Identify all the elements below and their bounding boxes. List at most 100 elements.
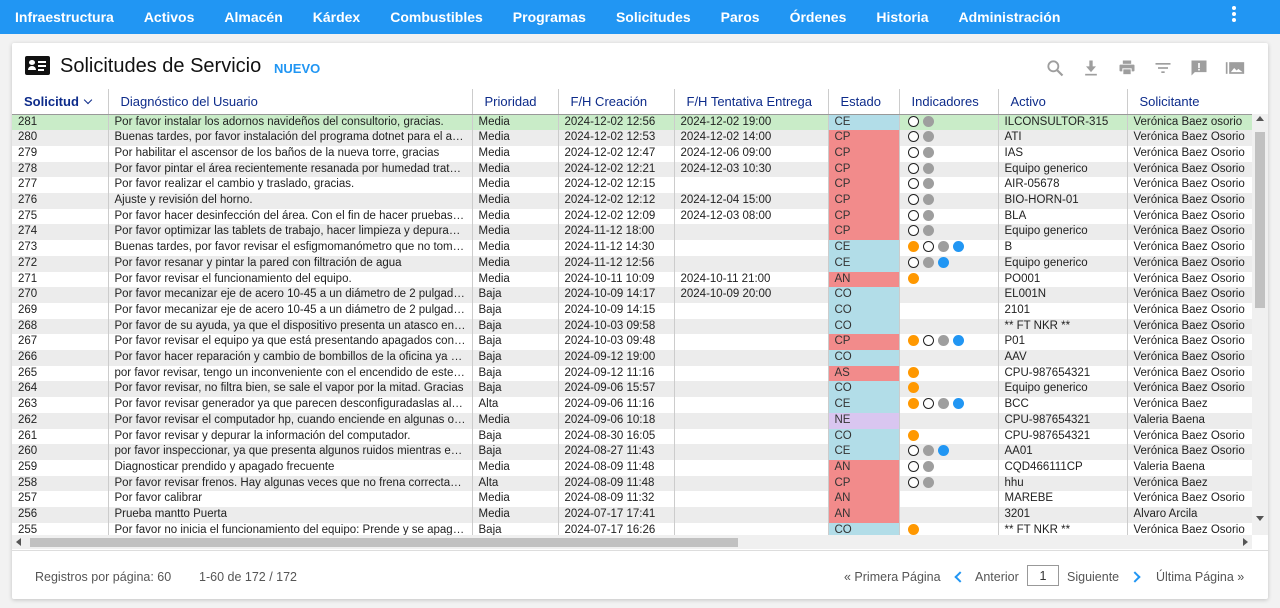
table-row[interactable]: 257 Por favor calibrar Media 2024-08-09 11:… xyxy=(12,491,1252,508)
table-row[interactable]: 277 Por favor realizar el cambio y trasla… xyxy=(12,177,1252,194)
table-row[interactable]: 275 Por favor hacer desinfección del área… xyxy=(12,208,1252,225)
cell-activo: CQD466111CP xyxy=(998,459,1128,476)
table-row[interactable]: 278 Por favor pintar el área recientement… xyxy=(12,161,1252,178)
nav-item-1[interactable]: Activos xyxy=(129,0,210,34)
nav-item-3[interactable]: Kárdex xyxy=(298,0,375,34)
horizontal-scroll-thumb[interactable] xyxy=(30,538,738,547)
next-page-link[interactable]: Siguiente xyxy=(1067,570,1119,584)
table-row[interactable]: 269 Por favor mecanizar eje de acero 10-4… xyxy=(12,302,1252,319)
indicators-cell xyxy=(899,114,999,131)
nav-item-0[interactable]: Infraestructura xyxy=(0,0,129,34)
search-icon[interactable] xyxy=(1045,58,1065,78)
scroll-right-arrow[interactable] xyxy=(1243,538,1248,546)
nav-item-10[interactable]: Administración xyxy=(944,0,1076,34)
gray-dot-icon xyxy=(937,398,949,410)
cell-created: 2024-12-02 12:21 xyxy=(558,161,675,178)
table-row[interactable]: 281 Por favor instalar los adornos navide… xyxy=(12,114,1252,131)
gray-dot-icon xyxy=(922,256,934,268)
comment-alert-icon[interactable] xyxy=(1189,58,1209,78)
download-icon[interactable] xyxy=(1081,58,1101,78)
vertical-scroll-thumb[interactable] xyxy=(1255,132,1265,308)
last-page-link[interactable]: Última Página » xyxy=(1156,570,1244,584)
gallery-icon[interactable] xyxy=(1225,58,1245,78)
new-request-button[interactable]: NUEVO xyxy=(274,61,320,76)
nav-item-9[interactable]: Historia xyxy=(861,0,943,34)
scroll-down-arrow[interactable] xyxy=(1256,516,1264,521)
indicators-cell xyxy=(899,161,999,178)
table-row[interactable]: 265 por favor revisar, tengo un inconveni… xyxy=(12,365,1252,382)
column-header-0[interactable]: Solicitud xyxy=(12,89,109,115)
column-header-7[interactable]: Activo xyxy=(998,89,1128,115)
gray-dot-icon xyxy=(922,146,934,158)
cell-prio: Media xyxy=(472,177,559,194)
table-row[interactable]: 268 Por favor de su ayuda, ya que el disp… xyxy=(12,318,1252,335)
table-row[interactable]: 262 Por favor revisar el computador hp, c… xyxy=(12,412,1252,429)
cell-prio: Baja xyxy=(472,522,559,535)
table-row[interactable]: 256 Prueba mantto Puerta Media 2024-07-17 1… xyxy=(12,507,1252,523)
table-row[interactable]: 261 Por favor revisar y depurar la inform… xyxy=(12,428,1252,445)
column-header-5[interactable]: Estado xyxy=(828,89,900,115)
cell-created: 2024-08-09 11:48 xyxy=(558,459,675,476)
cell-created: 2024-11-12 12:56 xyxy=(558,255,675,272)
table-row[interactable]: 258 Por favor revisar frenos. Hay algunas… xyxy=(12,475,1252,492)
table-row[interactable]: 272 Por favor resanar y pintar la pared c… xyxy=(12,255,1252,272)
table-row[interactable]: 267 Por favor revisar el equipo ya que es… xyxy=(12,334,1252,351)
filter-icon[interactable] xyxy=(1153,58,1173,78)
table-row[interactable]: 255 Por favor no inicia el funcionamiento… xyxy=(12,522,1252,535)
cell-activo: IAS xyxy=(998,145,1128,162)
first-page-link[interactable]: « Primera Página xyxy=(844,570,941,584)
table-row[interactable]: 274 Por favor optimizar las tablets de tr… xyxy=(12,224,1252,241)
column-header-4[interactable]: F/H Tentativa Entrega xyxy=(674,89,829,115)
scroll-up-arrow[interactable] xyxy=(1256,116,1264,121)
horizontal-scrollbar[interactable] xyxy=(12,535,1252,549)
nav-item-4[interactable]: Combustibles xyxy=(375,0,498,34)
previous-page-link[interactable]: Anterior xyxy=(975,570,1019,584)
nav-item-8[interactable]: Órdenes xyxy=(775,0,862,34)
cell-diag: Por favor revisar, no filtra bien, se sa… xyxy=(108,381,473,398)
column-header-3[interactable]: F/H Creación xyxy=(558,89,675,115)
column-header-6[interactable]: Indicadores xyxy=(899,89,999,115)
print-icon[interactable] xyxy=(1117,58,1137,78)
table-row[interactable]: 266 Por favor hacer reparación y cambio d… xyxy=(12,350,1252,366)
warning-dot-icon xyxy=(907,382,919,394)
cell-activo: BIO-HORN-01 xyxy=(998,193,1128,209)
table-row[interactable]: 279 Por habilitar el ascensor de los baño… xyxy=(12,145,1252,162)
nav-item-7[interactable]: Paros xyxy=(706,0,775,34)
table-row[interactable]: 276 Ajuste y revisión del horno. Media 2024… xyxy=(12,193,1252,209)
table-row[interactable]: 263 Por favor revisar generador ya que pa… xyxy=(12,397,1252,413)
blue-dot-icon xyxy=(952,335,964,347)
scroll-left-arrow[interactable] xyxy=(16,538,21,546)
cell-activo: 2101 xyxy=(998,302,1128,319)
card-header: Solicitudes de Servicio NUEVO xyxy=(12,43,1268,89)
table-row[interactable]: 273 Buenas tardes, por favor revisar el e… xyxy=(12,240,1252,256)
table-row[interactable]: 270 Por favor mecanizar eje de acero 10-4… xyxy=(12,287,1252,303)
vertical-scrollbar[interactable] xyxy=(1252,114,1268,535)
more-menu-icon[interactable] xyxy=(1226,4,1242,24)
cell-prio: Media xyxy=(472,271,559,288)
column-header-8[interactable]: Solicitante xyxy=(1127,89,1252,115)
table-row[interactable]: 260 por favor inspeccionar, ya que presen… xyxy=(12,444,1252,460)
column-header-2[interactable]: Prioridad xyxy=(472,89,559,115)
page-number-input[interactable] xyxy=(1027,565,1059,586)
chevron-right-icon[interactable] xyxy=(1129,571,1141,583)
nav-item-5[interactable]: Programas xyxy=(498,0,601,34)
column-header-label: F/H Creación xyxy=(570,93,648,109)
nav-item-2[interactable]: Almacén xyxy=(209,0,297,34)
table-row[interactable]: 264 Por favor revisar, no filtra bien, se… xyxy=(12,381,1252,398)
cell-prio: Baja xyxy=(472,428,559,445)
table-row[interactable]: 259 Diagnosticar prendido y apagado frecu… xyxy=(12,459,1252,476)
table-row[interactable]: 280 Buenas tardes, por favor instalación … xyxy=(12,130,1252,146)
column-header-1[interactable]: Diagnóstico del Usuario xyxy=(108,89,473,115)
sort-chevron-down-icon[interactable] xyxy=(83,95,93,104)
cell-estado: CE xyxy=(828,397,900,413)
cell-prio: Media xyxy=(472,193,559,209)
indicators-cell xyxy=(899,208,999,225)
cell-activo: Equipo generico xyxy=(998,255,1128,272)
nav-item-6[interactable]: Solicitudes xyxy=(601,0,706,34)
per-page-label[interactable]: Registros por página: 60 xyxy=(35,570,171,584)
cell-created: 2024-12-02 12:12 xyxy=(558,193,675,209)
chevron-left-icon[interactable] xyxy=(954,571,966,583)
cell-id: 281 xyxy=(12,114,109,131)
page-title: Solicitudes de Servicio xyxy=(60,55,262,77)
table-row[interactable]: 271 Por favor revisar el funcionamiento d… xyxy=(12,271,1252,288)
